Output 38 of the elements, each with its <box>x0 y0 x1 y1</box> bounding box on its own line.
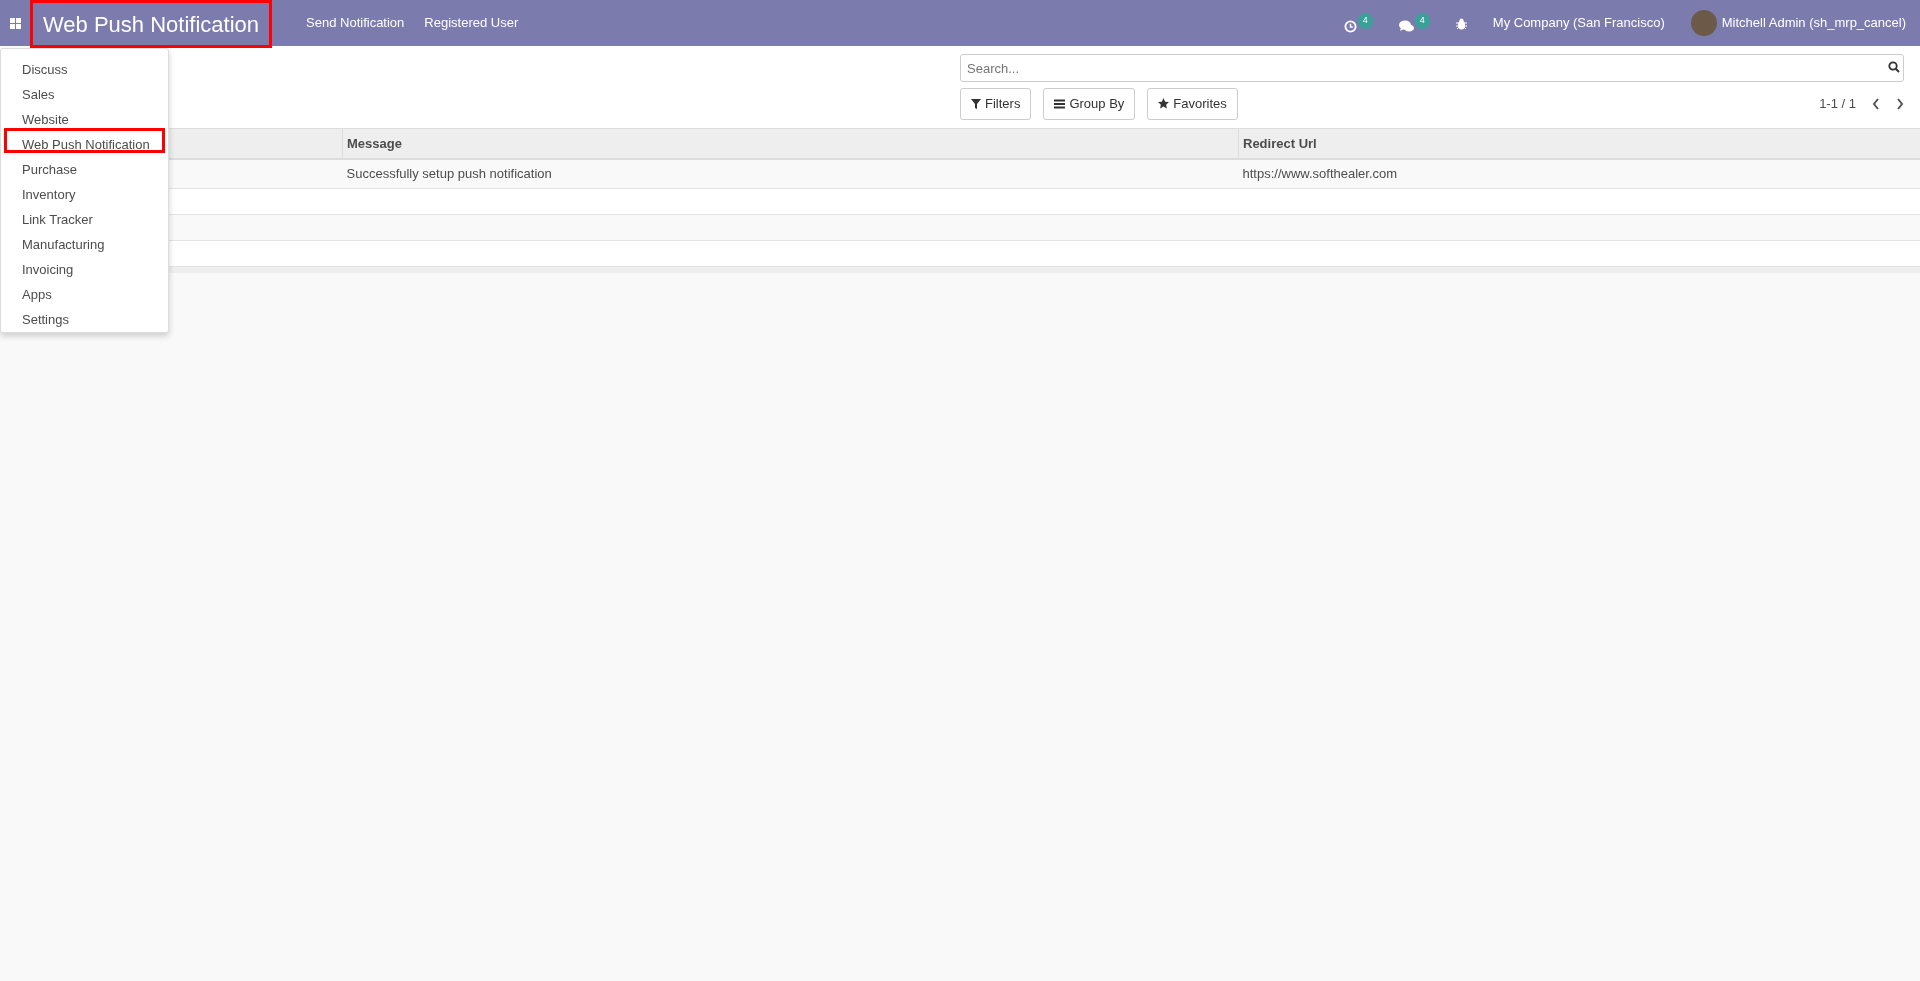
app-menu-item[interactable]: Purchase <box>4 153 165 178</box>
app-menu-item[interactable]: Manufacturing <box>4 228 165 253</box>
column-header[interactable]: Message <box>342 128 1239 159</box>
search-field[interactable]: Search... <box>960 54 1904 82</box>
table-cell: https://www.softhealer.com <box>1238 159 1920 188</box>
menu-link[interactable]: Send Notification <box>296 13 415 33</box>
clock-icon <box>1343 20 1357 33</box>
filters-button[interactable]: Filters <box>960 88 1032 120</box>
activity-count: 4 <box>1357 13 1373 29</box>
app-menu-item[interactable]: Inventory <box>4 178 165 203</box>
favorites-button[interactable]: Favorites <box>1147 88 1238 120</box>
app-menu-item[interactable]: Website <box>4 103 165 128</box>
next-icon[interactable] <box>1896 97 1904 110</box>
app-menu-item[interactable]: Link Tracker <box>4 203 165 228</box>
previous-icon[interactable] <box>1872 97 1880 110</box>
app-menu-item[interactable]: Settings <box>4 303 165 328</box>
filter-icon <box>971 98 981 109</box>
table-cell: Successfully setup push notification <box>342 159 1239 188</box>
list-icon <box>1054 98 1066 109</box>
user-avatar <box>1690 10 1717 36</box>
app-menu-item[interactable]: Discuss <box>4 53 165 78</box>
menu-link[interactable]: Registered User <box>414 13 529 33</box>
chat-icon <box>1398 20 1414 33</box>
user-name[interactable]: Mitchell Admin (sh_mrp_cancel) <box>1721 13 1906 33</box>
search-icon[interactable] <box>1888 61 1900 73</box>
app-menu-item[interactable]: Web Push Notification <box>4 128 165 153</box>
company-switcher[interactable]: My Company (San Francisco) <box>1492 13 1665 33</box>
group-by-button[interactable]: Group By <box>1043 88 1136 120</box>
column-header[interactable]: Redirect Url <box>1238 128 1920 159</box>
app-menu-item[interactable]: Invoicing <box>4 253 165 278</box>
message-count: 4 <box>1414 13 1430 29</box>
star-icon <box>1158 98 1170 110</box>
bug-icon[interactable] <box>1455 17 1467 30</box>
pager-value: 1-1 / 1 <box>1819 95 1856 113</box>
grid-icon <box>9 17 21 29</box>
app-menu-item[interactable]: Sales <box>4 78 165 103</box>
app-title[interactable]: Web Push Notification <box>30 0 273 48</box>
app-menu-item[interactable]: Apps <box>4 278 165 303</box>
